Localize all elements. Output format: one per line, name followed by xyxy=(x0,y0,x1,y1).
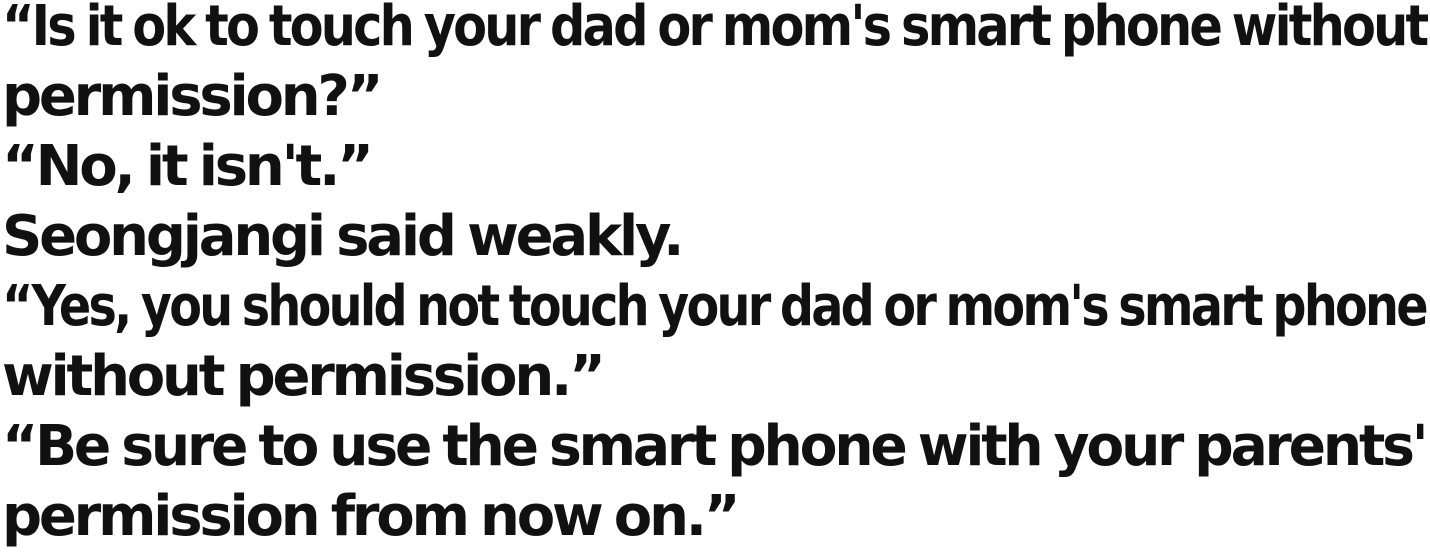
dialogue-reminder-line-2: permission from now on.” xyxy=(2,484,741,549)
dialogue-advice-line-2: without permission.” xyxy=(2,344,606,409)
dialogue-question-line-1: “Is it ok to touch your dad or mom's sma… xyxy=(2,0,1429,59)
dialogue-answer-line: “No, it isn't.” xyxy=(2,134,374,199)
dialogue-question-line-2: permission?” xyxy=(2,64,384,129)
narration-line: Seongjangi said weakly. xyxy=(2,204,684,269)
story-page: “Is it ok to touch your dad or mom's sma… xyxy=(0,0,1430,552)
dialogue-advice-line-1: “Yes, you should not touch your dad or m… xyxy=(2,274,1429,339)
dialogue-reminder-line-1: “Be sure to use the smart phone with you… xyxy=(2,414,1429,479)
